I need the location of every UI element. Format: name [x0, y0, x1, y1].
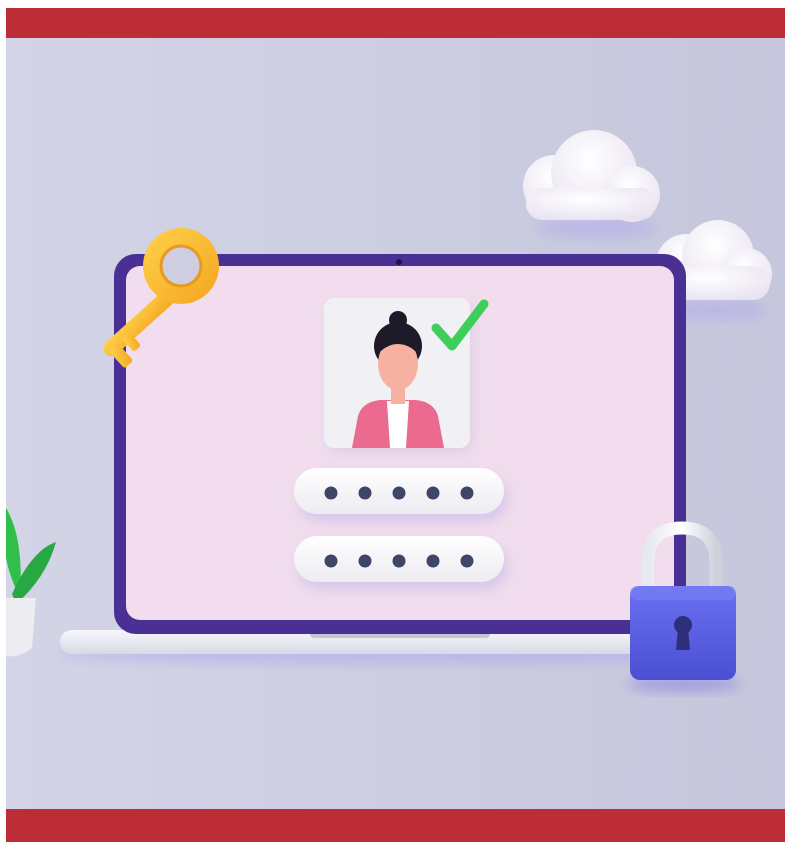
mask-dot	[324, 554, 338, 568]
user-avatar-icon	[324, 298, 472, 452]
password-field[interactable]	[294, 536, 508, 590]
password-field[interactable]	[294, 468, 508, 522]
bottom-border-bar	[6, 809, 785, 842]
mask-dot	[358, 486, 372, 500]
top-border-bar	[6, 8, 785, 38]
mask-dot	[460, 554, 474, 568]
image-frame	[0, 0, 785, 842]
mask-dot	[460, 486, 474, 500]
mask-dot	[358, 554, 372, 568]
mask-dot	[392, 486, 406, 500]
login-illustration	[6, 38, 785, 809]
mask-dot	[426, 554, 440, 568]
mask-dot	[324, 486, 338, 500]
webcam-dot	[396, 259, 402, 265]
mask-dot	[392, 554, 406, 568]
mask-dot	[426, 486, 440, 500]
